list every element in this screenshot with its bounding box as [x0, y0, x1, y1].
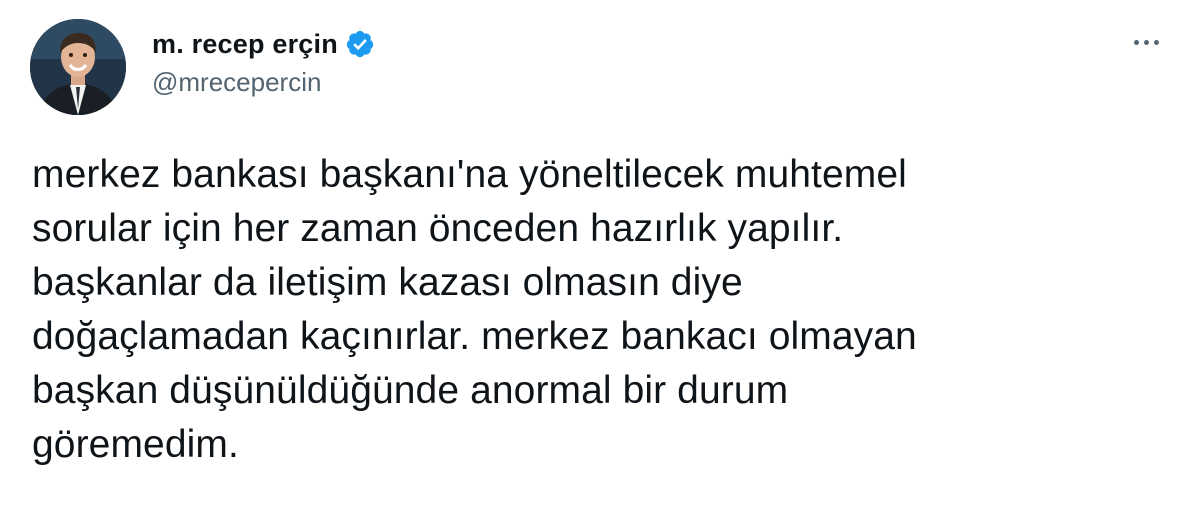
- author-info: m. recep erçin @mrecepercin: [152, 26, 375, 98]
- tweet-text: merkez bankası başkanı'na yöneltilecek m…: [32, 153, 917, 466]
- tweet-card: m. recep erçin @mrecepercin merkez banka…: [0, 0, 1188, 514]
- avatar-photo: [30, 19, 126, 115]
- more-options-icon[interactable]: [1126, 30, 1166, 54]
- verified-badge-icon: [345, 29, 375, 59]
- dot: [1143, 39, 1149, 45]
- dot: [1153, 39, 1159, 45]
- name-row: m. recep erçin: [152, 26, 375, 62]
- display-name[interactable]: m. recep erçin: [152, 29, 338, 60]
- dot: [1133, 39, 1139, 45]
- user-handle[interactable]: @mrecepercin: [152, 67, 375, 98]
- avatar[interactable]: [30, 19, 126, 115]
